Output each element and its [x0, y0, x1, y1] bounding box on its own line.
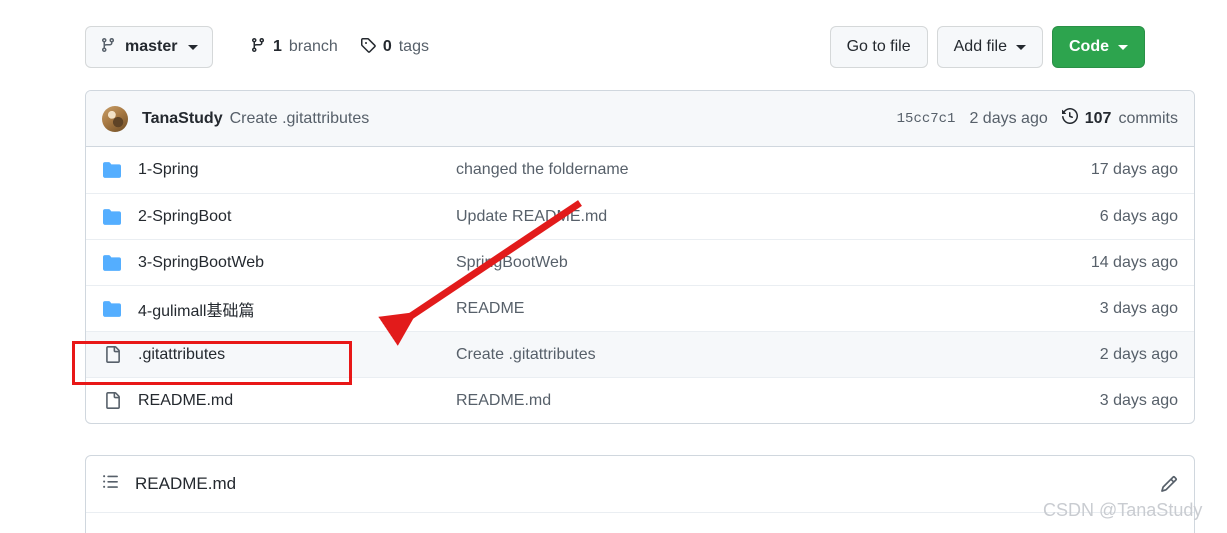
file-commit-message[interactable]: README.md: [456, 392, 1100, 410]
folder-icon: [102, 208, 122, 226]
pencil-icon[interactable]: [1160, 475, 1178, 493]
table-row: README.md README.md 3 days ago: [86, 377, 1194, 423]
file-commit-age: 6 days ago: [1099, 207, 1178, 225]
commits-count-value: 107: [1084, 109, 1112, 127]
commits-count-link[interactable]: 107 commits: [1061, 107, 1178, 129]
commit-meta: 15cc7c1 2 days ago 107 commits: [897, 107, 1178, 129]
folder-icon: [102, 254, 122, 272]
file-name[interactable]: 3-SpringBootWeb: [138, 254, 456, 272]
code-button[interactable]: Code: [1052, 26, 1145, 68]
go-to-file-button[interactable]: Go to file: [829, 26, 928, 68]
file-name[interactable]: README.md: [138, 392, 456, 410]
file-name[interactable]: 2-SpringBoot: [138, 208, 456, 226]
avatar: [102, 105, 128, 132]
chevron-down-icon: [1016, 44, 1026, 50]
tag-count-label: tags: [398, 38, 429, 55]
tag-count-value: 0: [382, 38, 392, 55]
github-repo-file-browser: master 1 branch 0 tags Go to file Add fi…: [0, 0, 1227, 533]
code-label: Code: [1069, 38, 1109, 55]
branch-count-label: branch: [288, 38, 338, 55]
tag-icon: [360, 37, 376, 58]
latest-commit-header: TanaStudy Create .gitattributes 15cc7c1 …: [86, 91, 1194, 147]
commit-sha[interactable]: 15cc7c1: [897, 111, 956, 127]
git-branch-icon: [250, 37, 266, 58]
commit-author[interactable]: TanaStudy: [142, 110, 223, 128]
branch-name-label: master: [125, 38, 178, 55]
repo-toolbar: master 1 branch 0 tags Go to file Add fi…: [85, 26, 1145, 68]
file-commit-message[interactable]: SpringBootWeb: [456, 254, 1091, 272]
chevron-down-icon: [188, 44, 199, 50]
file-icon: [102, 346, 122, 363]
file-commit-message[interactable]: README: [456, 300, 1100, 318]
chevron-down-icon: [1118, 44, 1128, 50]
folder-icon: [102, 161, 122, 179]
file-icon: [102, 392, 122, 409]
branch-selector-button[interactable]: master: [85, 26, 214, 68]
table-row: 4-gulimall基础篇 README 3 days ago: [86, 285, 1194, 331]
file-name[interactable]: 4-gulimall基础篇: [138, 297, 456, 321]
table-row: 3-SpringBootWeb SpringBootWeb 14 days ago: [86, 239, 1194, 285]
table-row: 2-SpringBoot Update README.md 6 days ago: [86, 193, 1194, 239]
file-rows: 1-Spring changed the foldername 17 days ag…: [86, 147, 1194, 423]
file-commit-message[interactable]: Update README.md: [456, 208, 1100, 226]
file-commit-age: 17 days ago: [1090, 161, 1178, 178]
commit-message[interactable]: Create .gitattributes: [230, 110, 370, 128]
commits-count-label: commits: [1118, 109, 1178, 127]
file-commit-message[interactable]: changed the foldername: [456, 161, 1091, 179]
file-commit-age: 3 days ago: [1099, 299, 1178, 317]
file-commit-age: 3 days ago: [1099, 391, 1178, 409]
readme-card: README.md: [85, 455, 1195, 533]
readme-header: README.md: [86, 456, 1194, 513]
file-listing-container: TanaStudy Create .gitattributes 15cc7c1 …: [85, 90, 1195, 424]
file-commit-age: 14 days ago: [1090, 253, 1178, 271]
tag-count[interactable]: 0 tags: [360, 37, 429, 58]
add-file-label: Add file: [953, 38, 1007, 55]
table-row: 1-Spring changed the foldername 17 days ag…: [86, 147, 1194, 193]
file-name[interactable]: .gitattributes: [138, 346, 456, 364]
csdn-watermark: CSDN @TanaStudy: [1043, 500, 1203, 520]
repo-actions: Go to file Add file Code: [829, 26, 1145, 68]
file-commit-message[interactable]: Create .gitattributes: [456, 346, 1100, 364]
go-to-file-label: Go to file: [846, 38, 911, 55]
file-commit-age: 2 days ago: [1099, 345, 1178, 363]
add-file-button[interactable]: Add file: [936, 26, 1043, 68]
history-icon: [1061, 107, 1078, 129]
repo-ref-counts: 1 branch 0 tags: [250, 26, 429, 68]
file-name[interactable]: 1-Spring: [138, 161, 456, 179]
branch-count[interactable]: 1 branch: [250, 37, 338, 58]
commit-relative-time: 2 days ago: [969, 109, 1048, 127]
branch-count-value: 1: [273, 38, 282, 55]
folder-icon: [102, 300, 122, 318]
list-unordered-icon[interactable]: [102, 473, 119, 495]
table-row: .gitattributes Create .gitattributes 2 day…: [86, 331, 1194, 377]
git-branch-icon: [100, 37, 116, 58]
readme-title: README.md: [135, 474, 237, 493]
